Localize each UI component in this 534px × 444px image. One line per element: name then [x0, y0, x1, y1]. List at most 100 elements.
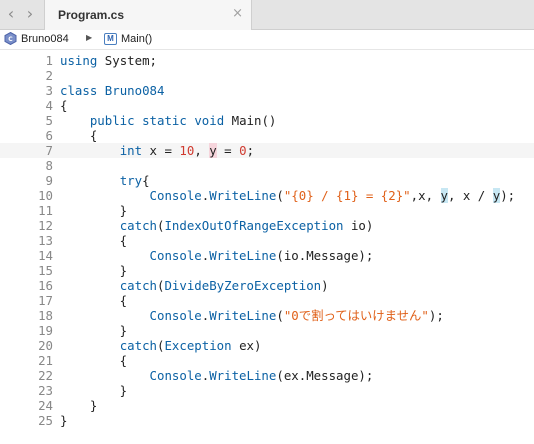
code-token: ) — [321, 278, 329, 293]
tab-title: Program.cs — [58, 8, 125, 22]
code-line[interactable]: 10 Console.WriteLine("{0} / {1} = {2}",x… — [0, 188, 534, 203]
code-token: = — [216, 143, 240, 158]
code-text: } — [60, 263, 127, 278]
code-line[interactable]: 2 — [0, 68, 534, 83]
code-editor[interactable]: 1 using System; 2 3 class Bruno084 4{5 public… — [0, 50, 534, 444]
code-text: } — [60, 383, 127, 398]
code-line[interactable]: 1 using System; — [0, 53, 534, 68]
code-text: { — [60, 293, 127, 308]
code-line[interactable]: 19 } — [0, 323, 534, 338]
code-text: int x = 10, y = 0; — [60, 143, 254, 158]
code-token: } — [60, 398, 98, 413]
code-text: try{ — [60, 173, 150, 188]
code-token: { — [60, 353, 128, 368]
code-line[interactable]: 24 } — [0, 398, 534, 413]
close-tab-icon[interactable]: × — [232, 7, 243, 21]
code-token: void — [194, 113, 225, 128]
back-arrow-icon[interactable]: ‹ — [3, 5, 19, 23]
code-text: catch(DivideByZeroException) — [60, 278, 329, 293]
code-token: (ex.Message); — [276, 368, 374, 383]
code-token: ); — [428, 308, 444, 323]
line-number: 10 — [38, 188, 53, 203]
code-token: static — [142, 113, 187, 128]
code-token: } — [60, 383, 128, 398]
code-line[interactable]: 17 { — [0, 293, 534, 308]
code-token: , — [194, 143, 210, 158]
line-number: 2 — [45, 68, 53, 83]
line-number: 3 — [45, 83, 53, 98]
line-number: 20 — [38, 338, 53, 353]
code-text: Console.WriteLine("0で割ってはいけません"); — [60, 308, 444, 323]
code-token: ex) — [231, 338, 262, 353]
code-token: ( — [276, 308, 284, 323]
forward-arrow-icon[interactable]: › — [22, 5, 38, 23]
code-text: public static void Main() — [60, 113, 277, 128]
code-token: 0 — [239, 143, 247, 158]
code-line[interactable]: 9 try{ — [0, 173, 534, 188]
code-token: Bruno084 — [104, 83, 165, 98]
code-line[interactable]: 25} — [0, 413, 534, 428]
code-line[interactable]: 7 int x = 10, y = 0; — [0, 143, 534, 158]
code-line[interactable]: 22 Console.WriteLine(ex.Message); — [0, 368, 534, 383]
code-text: class Bruno084 — [60, 83, 164, 98]
breadcrumb-method[interactable]: Main() — [121, 33, 152, 45]
code-token: DivideByZeroException — [164, 278, 322, 293]
code-line[interactable]: 23 } — [0, 383, 534, 398]
code-line[interactable]: 20 catch(Exception ex) — [0, 338, 534, 353]
code-line[interactable]: 4{ — [0, 98, 534, 113]
code-text: catch(IndexOutOfRangeException io) — [60, 218, 374, 233]
code-token: 10 — [179, 143, 195, 158]
csharp-class-icon: C — [4, 32, 17, 45]
code-line[interactable]: 6 { — [0, 128, 534, 143]
code-token: Console — [149, 188, 202, 203]
code-token: Main() — [224, 113, 277, 128]
code-token: ); — [500, 188, 516, 203]
code-token: } — [60, 203, 128, 218]
code-token: Exception — [164, 338, 232, 353]
breadcrumb-class[interactable]: Bruno084 — [21, 33, 69, 45]
line-number: 15 — [38, 263, 53, 278]
svg-text:C: C — [8, 36, 13, 43]
code-text: { — [60, 98, 67, 113]
code-line[interactable]: 11 } — [0, 203, 534, 218]
line-number: 14 — [38, 248, 53, 263]
code-line[interactable]: 18 Console.WriteLine("0で割ってはいけません"); — [0, 308, 534, 323]
line-number: 8 — [45, 158, 53, 173]
code-line[interactable]: 16 catch(DivideByZeroException) — [0, 278, 534, 293]
code-text: { — [60, 233, 127, 248]
line-number: 11 — [38, 203, 53, 218]
code-token: { — [142, 173, 150, 188]
code-token: { — [60, 293, 128, 308]
tab-program-cs[interactable]: Program.cs × — [44, 0, 252, 30]
line-number: 1 — [45, 53, 53, 68]
code-token: "{0} / {1} = {2}" — [283, 188, 411, 203]
code-line[interactable]: 13 { — [0, 233, 534, 248]
line-number: 22 — [38, 368, 53, 383]
code-token: y — [440, 188, 448, 203]
code-token: } — [60, 413, 68, 428]
code-editor-window: ‹ › Program.cs × C Bruno084 ▶ M Main() 1… — [0, 0, 534, 444]
line-number: 7 — [45, 143, 53, 158]
code-token: catch — [119, 218, 157, 233]
code-line[interactable]: 5 public static void Main() — [0, 113, 534, 128]
code-line[interactable]: 12 catch(IndexOutOfRangeException io) — [0, 218, 534, 233]
code-line[interactable]: 15 } — [0, 263, 534, 278]
code-token: IndexOutOfRangeException — [164, 218, 344, 233]
code-line[interactable]: 3 class Bruno084 — [0, 83, 534, 98]
line-number: 25 — [38, 413, 53, 428]
code-line[interactable]: 21 { — [0, 353, 534, 368]
code-token: ; — [246, 143, 255, 158]
code-text: Console.WriteLine("{0} / {1} = {2}",x, y… — [60, 188, 515, 203]
code-text: } — [60, 323, 127, 338]
code-token: public — [89, 113, 135, 128]
line-number: 17 — [38, 293, 53, 308]
code-line[interactable]: 14 Console.WriteLine(io.Message); — [0, 248, 534, 263]
code-token: WriteLine — [209, 188, 277, 203]
code-line[interactable]: 8 — [0, 158, 534, 173]
code-token: } — [60, 323, 128, 338]
